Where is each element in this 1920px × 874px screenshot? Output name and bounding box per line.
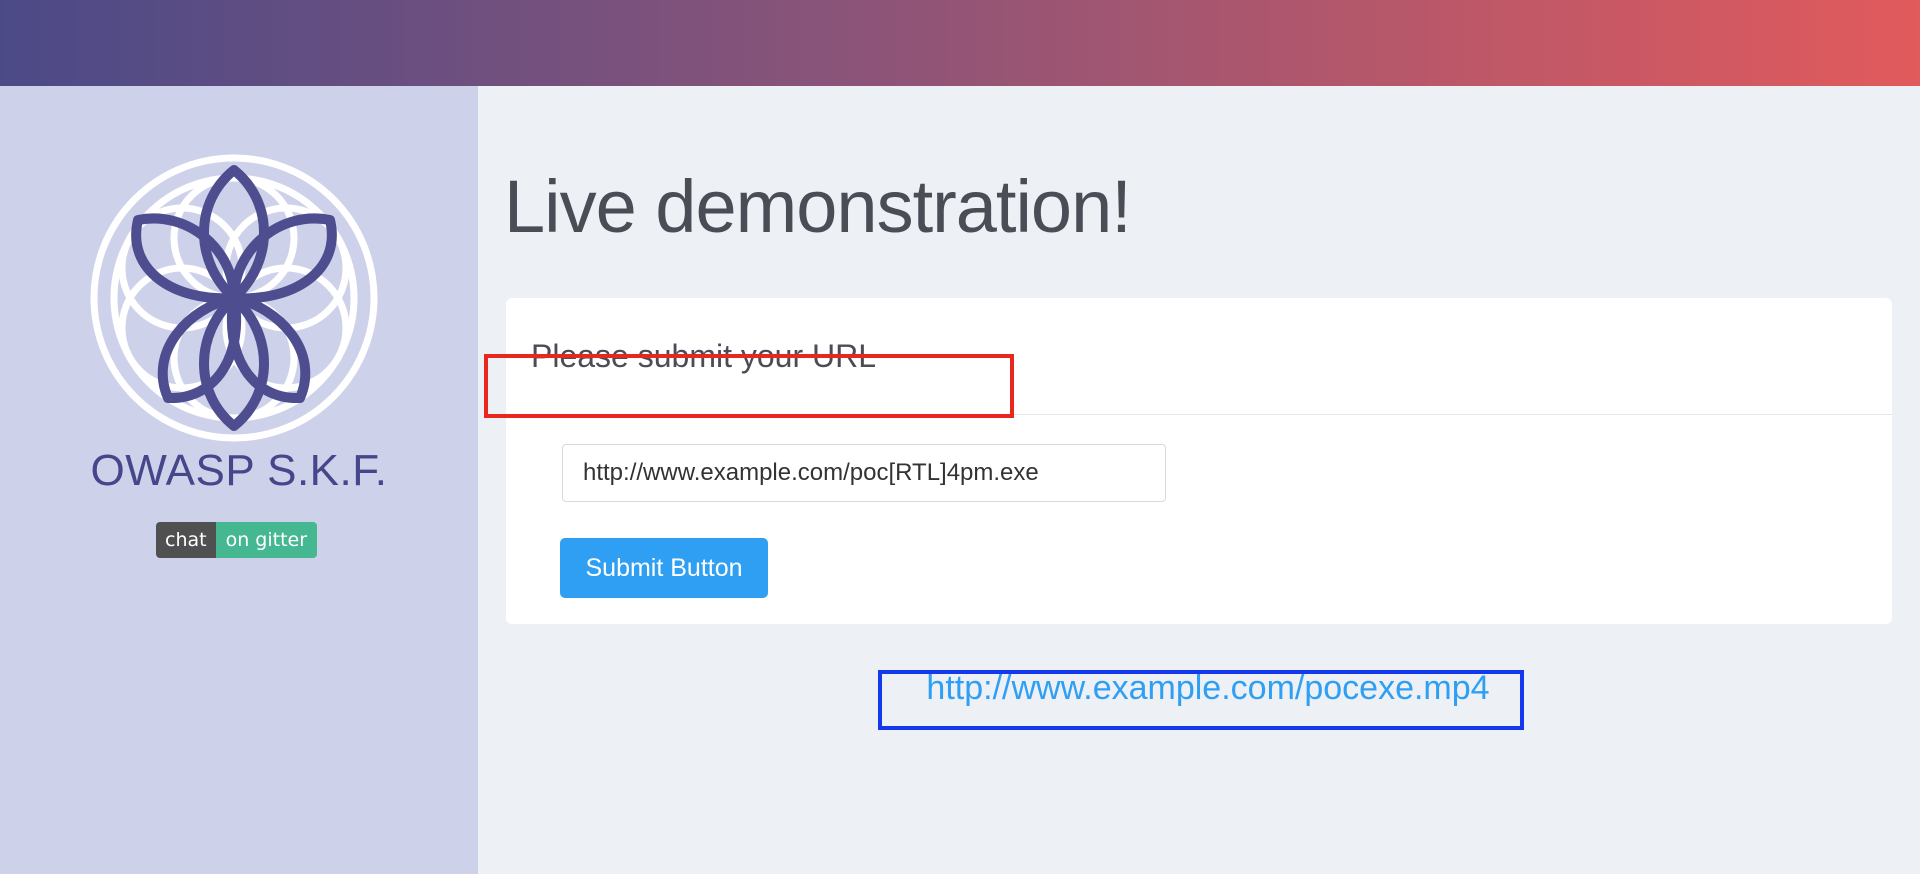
page-title: Live demonstration!: [504, 165, 1132, 248]
gitter-chat-badge[interactable]: chat on gitter: [156, 522, 318, 558]
url-submit-card: Please submit your URL Submit Button: [506, 298, 1892, 624]
sidebar: OWASP S.K.F. chat on gitter: [0, 86, 478, 874]
gitter-badge-gitter-label: on gitter: [215, 522, 318, 558]
submit-button[interactable]: Submit Button: [560, 538, 768, 598]
gitter-badge-chat-label: chat: [156, 522, 216, 558]
brand-name: OWASP S.K.F.: [90, 446, 388, 495]
card-title: Please submit your URL: [531, 338, 877, 374]
top-header-bar: [0, 0, 1920, 86]
main-content: Live demonstration! Please submit your U…: [478, 86, 1920, 874]
result-link[interactable]: http://www.example.com/pocexe.mp4: [888, 662, 1528, 714]
url-input[interactable]: [562, 444, 1166, 502]
card-header: Please submit your URL: [506, 298, 1892, 415]
owasp-flower-logo: [88, 152, 380, 444]
flower-of-life-icon: [90, 154, 378, 442]
